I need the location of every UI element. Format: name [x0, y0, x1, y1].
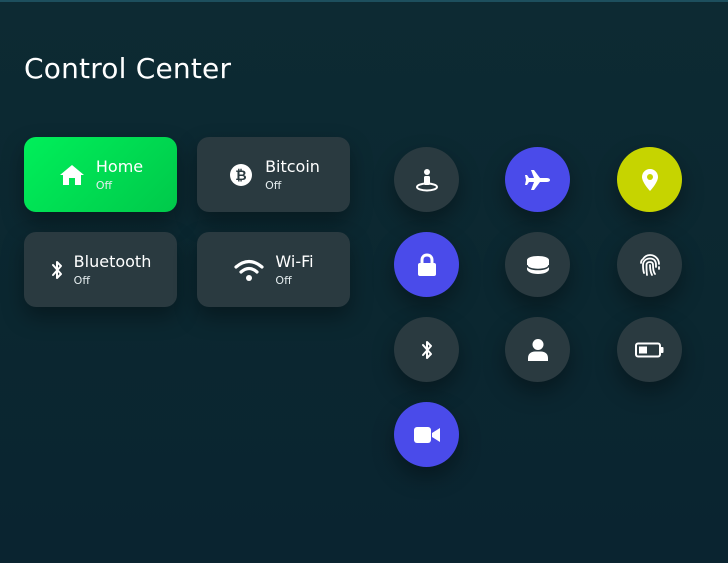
fingerprint-toggle[interactable] — [617, 232, 682, 297]
location-toggle[interactable] — [617, 147, 682, 212]
tile-name: Bitcoin — [265, 156, 320, 176]
bitcoin-tile-text: Bitcoin Off — [265, 156, 320, 192]
location-pin-icon — [641, 168, 659, 192]
wifi-icon — [233, 256, 265, 284]
bluetooth-icon — [421, 339, 433, 361]
home-icon — [58, 161, 86, 189]
tile-status: Off — [73, 273, 90, 287]
battery-toggle[interactable] — [617, 317, 682, 382]
home-tile[interactable]: Home Off — [24, 137, 177, 212]
quick-tiles: Home Off ₿ Bitcoin Off Bluetooth Off Wi-… — [24, 137, 351, 307]
database-toggle[interactable] — [505, 232, 570, 297]
wifi-tile[interactable]: Wi-Fi Off — [197, 232, 350, 307]
svg-text:₿: ₿ — [235, 168, 246, 184]
tile-status: Off — [265, 178, 282, 192]
database-icon — [525, 255, 550, 275]
battery-icon — [634, 342, 665, 358]
user-icon — [527, 338, 549, 362]
lock-toggle[interactable] — [394, 232, 459, 297]
tile-name: Bluetooth — [73, 251, 152, 271]
window-top-border — [0, 0, 728, 2]
tile-name: Home — [95, 156, 144, 176]
street-view-toggle[interactable] — [394, 147, 459, 212]
user-toggle[interactable] — [505, 317, 570, 382]
bitcoin-tile[interactable]: ₿ Bitcoin Off — [197, 137, 350, 212]
tile-status: Off — [275, 273, 292, 287]
video-camera-icon — [413, 425, 441, 445]
wifi-tile-text: Wi-Fi Off — [275, 251, 314, 287]
bluetooth-tile[interactable]: Bluetooth Off — [24, 232, 177, 307]
tile-status: Off — [95, 178, 113, 192]
tile-name: Wi-Fi — [275, 251, 314, 271]
bluetooth-icon — [50, 256, 64, 284]
airplane-icon — [524, 168, 552, 192]
bluetooth-toggle[interactable] — [394, 317, 459, 382]
page-title: Control Center — [24, 52, 232, 85]
bitcoin-icon: ₿ — [227, 161, 255, 189]
street-view-icon — [415, 168, 439, 192]
lock-icon — [417, 252, 437, 277]
airplane-toggle[interactable] — [505, 147, 570, 212]
fingerprint-icon — [638, 253, 662, 277]
home-tile-text: Home Off — [95, 156, 144, 192]
video-camera-toggle[interactable] — [394, 402, 459, 467]
bluetooth-tile-text: Bluetooth Off — [73, 251, 152, 287]
